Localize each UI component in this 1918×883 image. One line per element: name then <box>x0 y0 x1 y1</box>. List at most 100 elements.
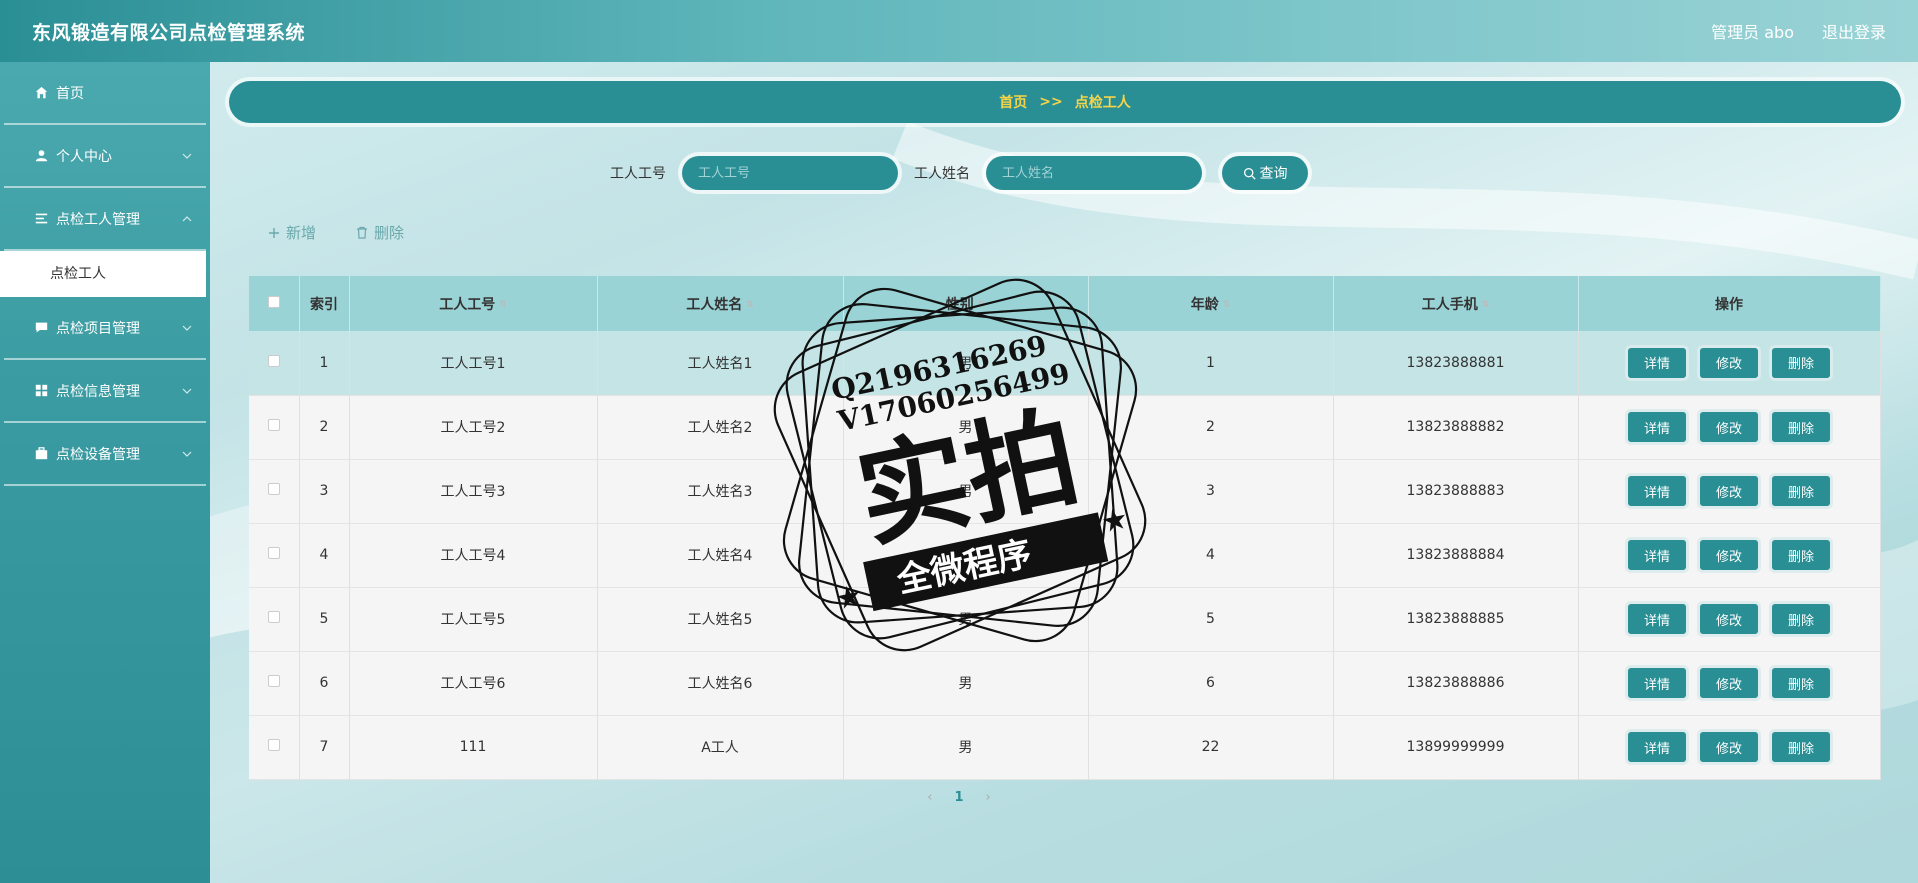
sidebar-item-info-management[interactable]: 点检信息管理 <box>4 360 206 423</box>
sidebar-item-label: 点检设备管理 <box>56 446 140 463</box>
breadcrumb-home[interactable]: 首页 <box>999 92 1027 112</box>
column-header-age[interactable]: 年龄 ⇅ <box>1088 276 1334 331</box>
cell-worker-name: 工人姓名6 <box>597 651 844 715</box>
table-row[interactable]: 4 工人工号4 工人姓名4 男 4 13823888884 详情 修改 删除 <box>249 523 1881 587</box>
column-header-worker-name[interactable]: 工人姓名 ⇅ <box>597 276 844 331</box>
row-checkbox[interactable] <box>267 354 280 367</box>
column-header-label: 工人姓名 <box>686 296 743 313</box>
detail-button[interactable]: 详情 <box>1628 668 1686 698</box>
row-operations: 详情 修改 删除 <box>1579 668 1880 698</box>
table-row[interactable]: 6 工人工号6 工人姓名6 男 6 13823888886 详情 修改 删除 <box>249 651 1881 715</box>
worker-name-input[interactable] <box>986 156 1202 190</box>
column-header-phone[interactable]: 工人手机 ⇅ <box>1333 276 1579 331</box>
cell-gender: 男 <box>843 331 1089 395</box>
search-worker-no-group: 工人工号 <box>610 156 898 190</box>
edit-button[interactable]: 修改 <box>1700 604 1758 634</box>
edit-button[interactable]: 修改 <box>1700 732 1758 762</box>
sidebar-item-device-management[interactable]: 点检设备管理 <box>4 423 206 486</box>
table-row[interactable]: 2 工人工号2 工人姓名2 男 2 13823888882 详情 修改 删除 <box>249 395 1881 459</box>
worker-no-input[interactable] <box>682 156 898 190</box>
detail-button[interactable]: 详情 <box>1628 604 1686 634</box>
delete-button[interactable]: 删除 <box>1772 732 1830 762</box>
detail-button[interactable]: 详情 <box>1628 476 1686 506</box>
row-checkbox[interactable] <box>267 675 280 687</box>
column-header-label: 工人手机 <box>1421 296 1478 313</box>
batch-delete-button[interactable]: 删除 <box>356 222 404 243</box>
row-checkbox[interactable] <box>267 547 280 559</box>
plus-icon <box>269 227 279 238</box>
cell-worker-no: 工人工号3 <box>349 459 598 523</box>
table-row[interactable]: 5 工人工号5 工人姓名5 男 5 13823888885 详情 修改 删除 <box>249 587 1881 651</box>
cell-gender: 男 <box>843 715 1089 779</box>
row-checkbox[interactable] <box>267 611 280 623</box>
cell-age: 4 <box>1088 523 1334 587</box>
select-all-checkbox[interactable] <box>267 295 280 308</box>
edit-button[interactable]: 修改 <box>1700 347 1758 378</box>
list-icon <box>34 212 48 226</box>
row-checkbox[interactable] <box>267 739 280 751</box>
sort-icon[interactable]: ⇅ <box>978 300 986 310</box>
column-header-label: 性别 <box>945 296 974 313</box>
cell-worker-no: 工人工号6 <box>349 651 598 715</box>
column-header-label: 工人工号 <box>439 296 496 313</box>
table-row[interactable]: 3 工人工号3 工人姓名3 男 3 13823888883 详情 修改 删除 <box>249 459 1881 523</box>
add-button[interactable]: 新增 <box>268 222 316 243</box>
detail-button[interactable]: 详情 <box>1628 732 1686 762</box>
cell-phone: 13823888883 <box>1333 459 1579 523</box>
search-button[interactable]: 查询 <box>1222 156 1308 190</box>
cell-worker-no: 工人工号4 <box>349 523 598 587</box>
sidebar-item-home[interactable]: 首页 <box>4 62 206 125</box>
search-worker-name-group: 工人姓名 <box>914 156 1202 190</box>
chevron-down-icon <box>182 451 192 457</box>
edit-button[interactable]: 修改 <box>1700 668 1758 698</box>
top-header: 东风锻造有限公司点检管理系统 管理员 abo 退出登录 <box>0 0 1918 62</box>
cell-age: 6 <box>1088 651 1334 715</box>
worker-name-label: 工人姓名 <box>914 166 970 182</box>
delete-button[interactable]: 删除 <box>1772 347 1830 378</box>
table-header-row: 索引 工人工号 ⇅ 工人姓名 ⇅ 性别 ⇅ 年龄 ⇅ 工人手机 ⇅ 操作 <box>249 276 1881 331</box>
add-button-label: 新增 <box>286 224 317 242</box>
prev-page-icon[interactable]: ‹ <box>927 790 932 805</box>
delete-button[interactable]: 删除 <box>1772 604 1830 634</box>
delete-button[interactable]: 删除 <box>1772 668 1830 698</box>
table-row[interactable]: 7 111 A工人 男 22 13899999999 详情 修改 删除 <box>249 715 1881 779</box>
sort-icon[interactable]: ⇅ <box>746 300 754 310</box>
page-number[interactable]: 1 <box>954 790 963 805</box>
cell-worker-no: 111 <box>349 715 598 779</box>
cell-gender: 男 <box>843 651 1089 715</box>
next-page-icon[interactable]: › <box>986 790 991 805</box>
cell-index: 5 <box>299 587 350 651</box>
row-checkbox[interactable] <box>267 419 280 431</box>
cell-age: 1 <box>1088 331 1334 395</box>
cell-age: 22 <box>1088 715 1334 779</box>
delete-button[interactable]: 删除 <box>1772 540 1830 570</box>
sort-icon[interactable]: ⇅ <box>1223 300 1231 310</box>
sidebar-subitem-workers[interactable]: 点检工人 <box>0 251 206 297</box>
sidebar-item-worker-management[interactable]: 点检工人管理 <box>4 188 206 251</box>
delete-button[interactable]: 删除 <box>1772 412 1830 442</box>
cell-phone: 13823888886 <box>1333 651 1579 715</box>
sidebar-item-label: 点检项目管理 <box>56 320 140 337</box>
table-row[interactable]: 1 工人工号1 工人姓名1 男 1 13823888881 详情 修改 删除 <box>249 331 1881 395</box>
select-all-cell[interactable] <box>249 276 300 331</box>
cell-gender: 男 <box>843 587 1089 651</box>
detail-button[interactable]: 详情 <box>1628 347 1686 378</box>
sidebar-item-project-management[interactable]: 点检项目管理 <box>4 297 206 360</box>
home-icon <box>34 86 48 100</box>
breadcrumb: 首页 >> 点检工人 <box>229 81 1901 123</box>
delete-button[interactable]: 删除 <box>1772 476 1830 506</box>
sort-icon[interactable]: ⇅ <box>1482 300 1490 310</box>
sort-icon[interactable]: ⇅ <box>499 300 507 310</box>
worker-no-label: 工人工号 <box>610 166 666 182</box>
row-checkbox[interactable] <box>267 483 280 495</box>
column-header-gender[interactable]: 性别 ⇅ <box>843 276 1089 331</box>
detail-button[interactable]: 详情 <box>1628 540 1686 570</box>
detail-button[interactable]: 详情 <box>1628 412 1686 442</box>
edit-button[interactable]: 修改 <box>1700 540 1758 570</box>
logout-link[interactable]: 退出登录 <box>1822 19 1886 43</box>
edit-button[interactable]: 修改 <box>1700 476 1758 506</box>
column-header-worker-no[interactable]: 工人工号 ⇅ <box>349 276 598 331</box>
breadcrumb-separator: >> <box>1039 94 1063 110</box>
edit-button[interactable]: 修改 <box>1700 412 1758 442</box>
cell-worker-no: 工人工号1 <box>349 331 598 395</box>
